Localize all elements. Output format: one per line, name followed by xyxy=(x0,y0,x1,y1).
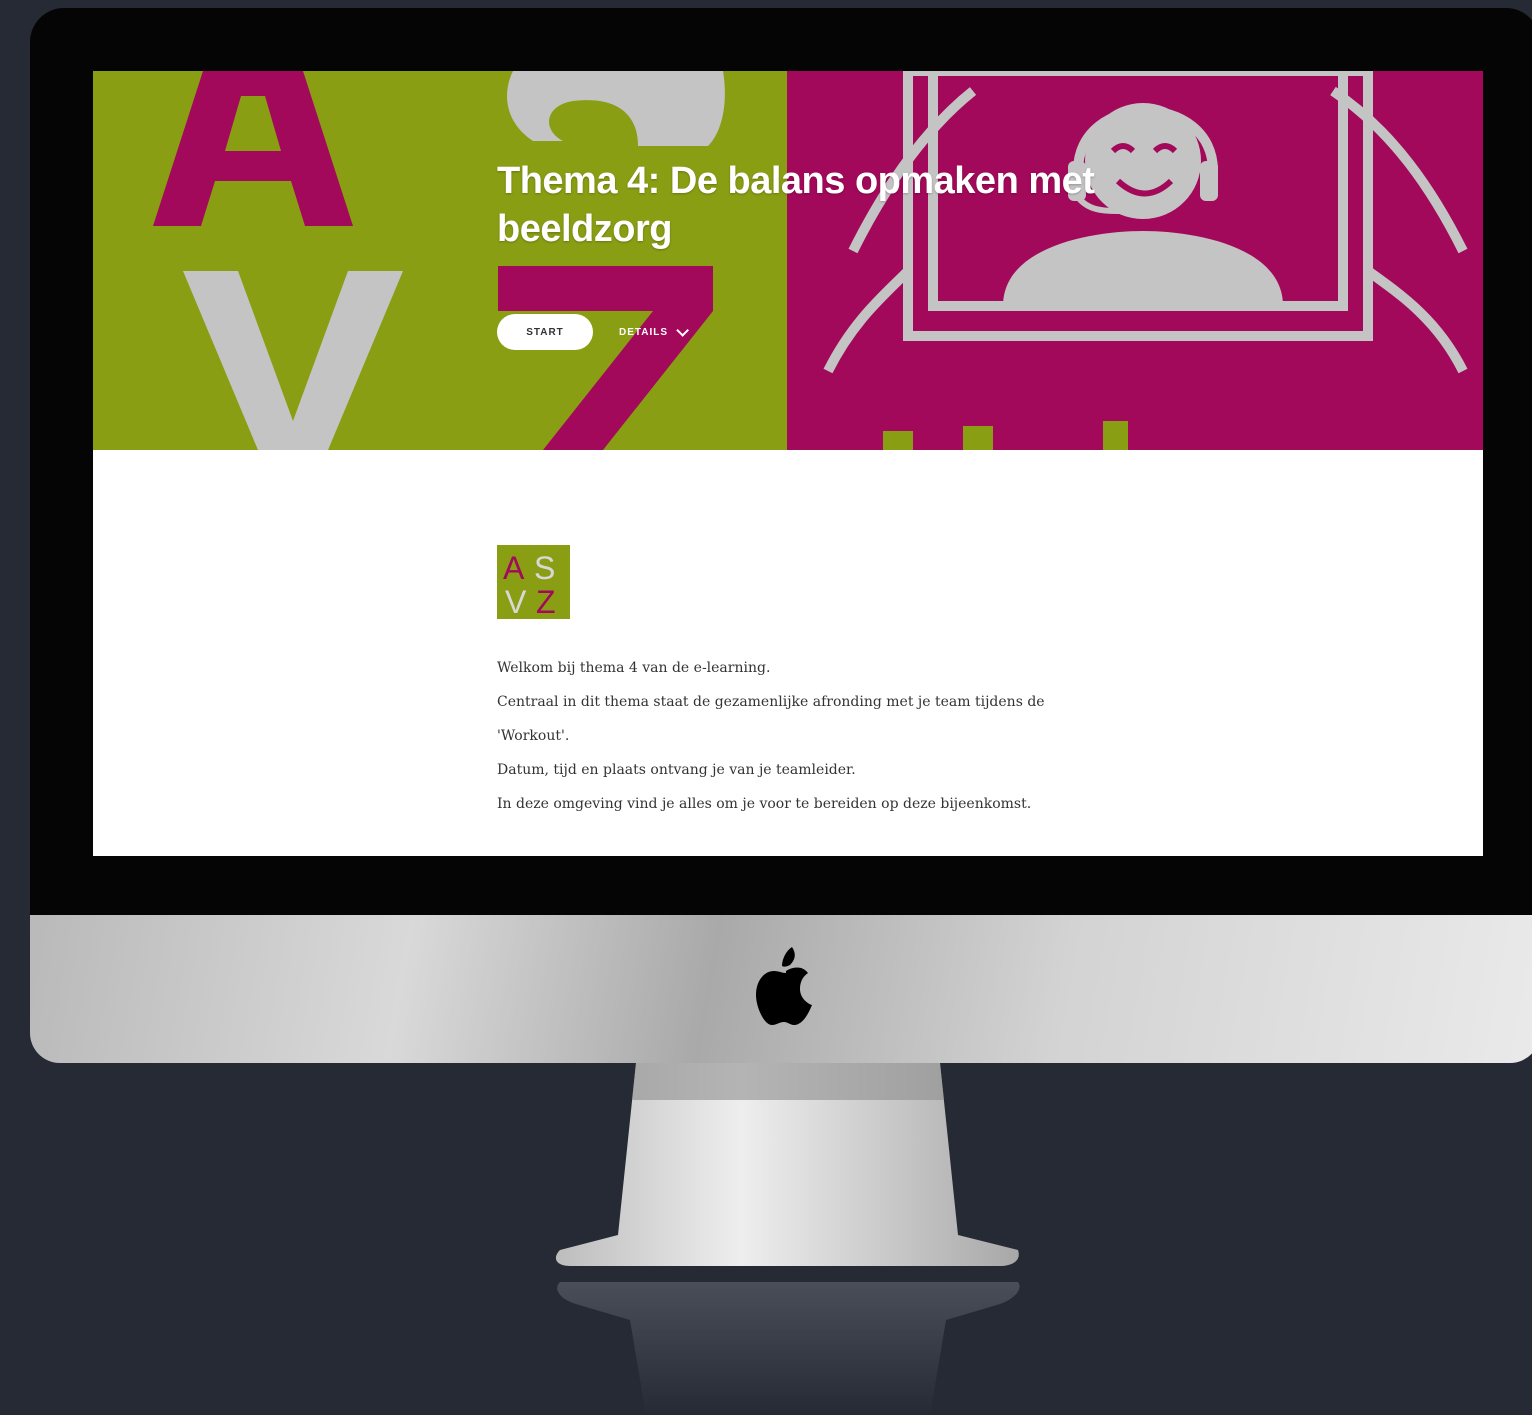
details-label: DETAILS xyxy=(619,326,669,338)
hero-banner: Thema 4: De balans opmaken met beeldzorg… xyxy=(93,71,1483,450)
start-button[interactable]: START xyxy=(497,314,593,350)
intro-line: In deze omgeving vind je alles om je voo… xyxy=(497,796,1032,812)
intro-line: Centraal in dit thema staat de gezamenli… xyxy=(497,694,1045,744)
course-title: Thema 4: De balans opmaken met beeldzorg xyxy=(497,160,1095,250)
intro-text: Welkom bij thema 4 van de e-learning. Ce… xyxy=(497,651,1067,821)
logo-letter-z: Z xyxy=(536,584,556,619)
hero-background-image xyxy=(93,71,1483,450)
logo-letter-a: A xyxy=(503,550,525,586)
intro-line: Welkom bij thema 4 van de e-learning. xyxy=(497,660,771,676)
asvz-logo: A S V Z xyxy=(497,545,570,619)
logo-letter-s: S xyxy=(534,550,555,586)
logo-letter-v: V xyxy=(505,584,527,619)
details-toggle[interactable]: DETAILS xyxy=(619,321,690,343)
screen: Thema 4: De balans opmaken met beeldzorg… xyxy=(93,71,1483,856)
intro-line: Datum, tijd en plaats ontvang je van je … xyxy=(497,762,856,778)
